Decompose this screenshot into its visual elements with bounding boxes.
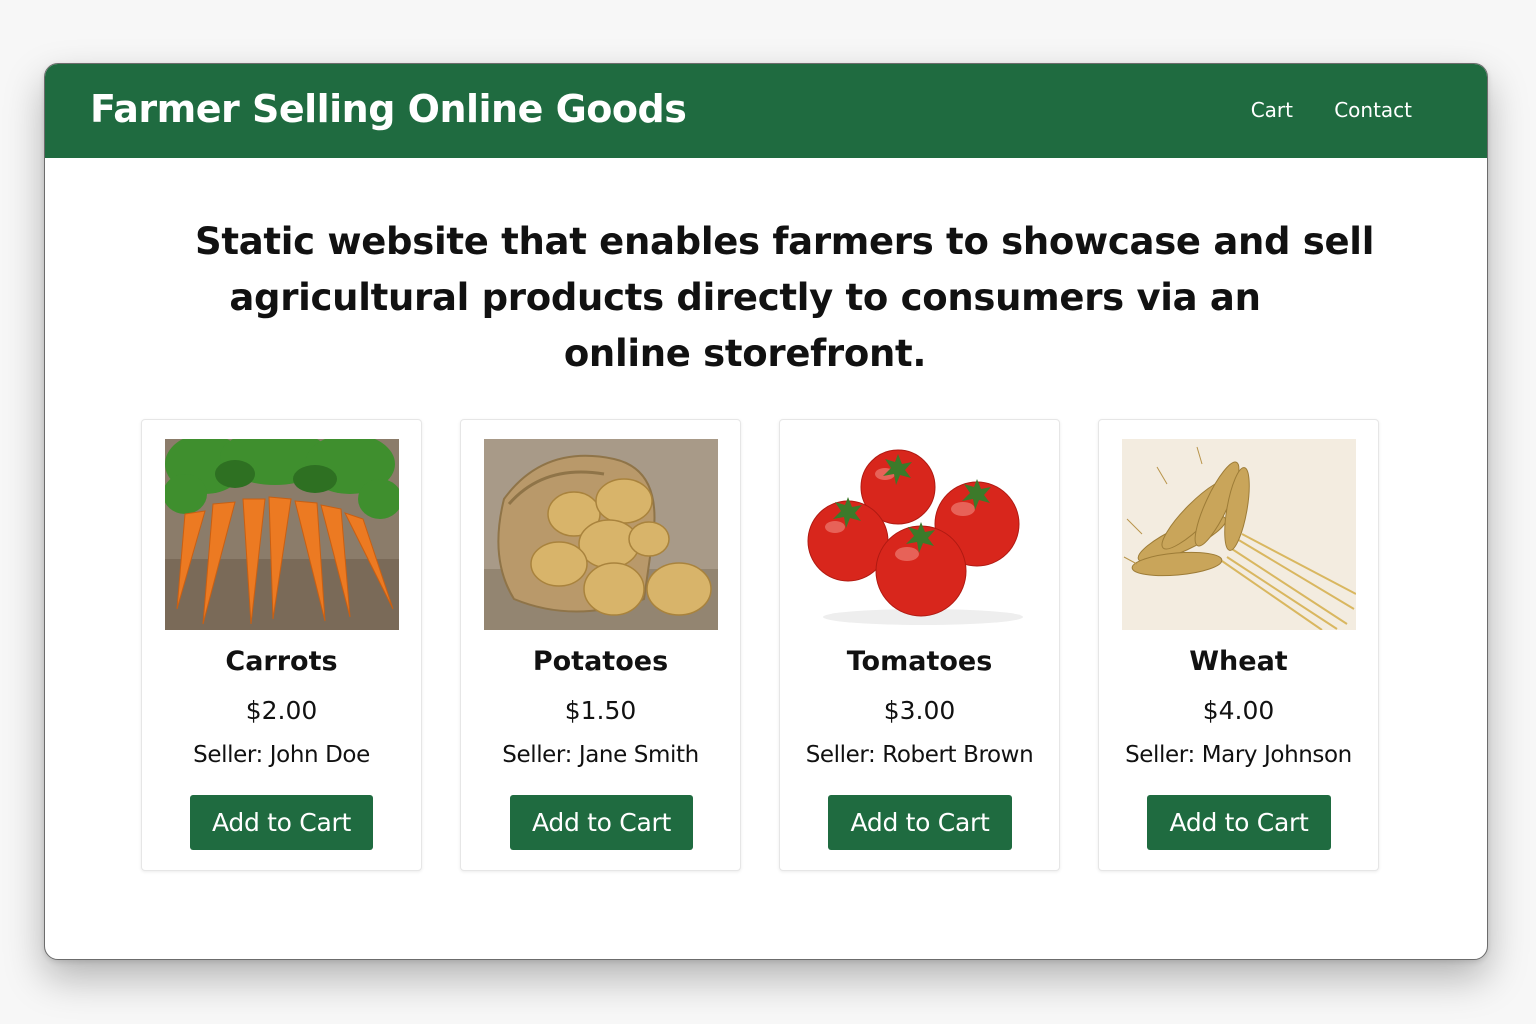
product-card-potatoes: Potatoes $1.50 Seller: Jane Smith Add to… — [460, 419, 741, 871]
add-to-cart-button[interactable]: Add to Cart — [510, 795, 693, 850]
hero-line: agricultural products directly to consum… — [229, 276, 1261, 319]
site-header: Farmer Selling Online Goods Cart Contact — [45, 64, 1487, 158]
product-price: $1.50 — [564, 696, 637, 725]
nav-cart-link[interactable]: Cart — [1251, 98, 1293, 122]
product-price: $2.00 — [245, 696, 318, 725]
product-seller: Seller: Mary Johnson — [1125, 742, 1352, 768]
add-to-cart-button[interactable]: Add to Cart — [828, 795, 1012, 850]
add-to-cart-button[interactable]: Add to Cart — [1147, 795, 1331, 850]
nav-contact-link[interactable]: Contact — [1334, 98, 1412, 122]
product-seller: Seller: Robert Brown — [805, 742, 1034, 768]
product-seller: Seller: Jane Smith — [502, 742, 699, 768]
wheat-image — [1122, 439, 1356, 630]
potatoes-image — [484, 439, 718, 630]
product-seller: Seller: John Doe — [193, 742, 370, 768]
add-to-cart-button[interactable]: Add to Cart — [190, 795, 373, 850]
tomatoes-image — [803, 439, 1037, 630]
product-name: Wheat — [1189, 646, 1288, 677]
browser-window: Farmer Selling Online Goods Cart Contact… — [44, 63, 1488, 960]
product-name: Tomatoes — [846, 646, 993, 677]
product-name: Potatoes — [532, 646, 669, 677]
product-card-wheat: Wheat $4.00 Seller: Mary Johnson Add to … — [1098, 419, 1379, 871]
product-name: Carrots — [225, 646, 338, 677]
product-card-tomatoes: Tomatoes $3.00 Seller: Robert Brown Add … — [779, 419, 1060, 871]
product-price: $3.00 — [883, 696, 956, 725]
site-title: Farmer Selling Online Goods — [90, 87, 687, 131]
hero-line: Static website that enables farmers to s… — [195, 220, 1375, 263]
hero-description: Static website that enables farmers to s… — [195, 214, 1375, 382]
carrots-image — [165, 439, 399, 630]
product-card-carrots: Carrots $2.00 Seller: John Doe Add to Ca… — [141, 419, 422, 871]
product-price: $4.00 — [1202, 696, 1275, 725]
hero-line: online storefront. — [563, 332, 927, 375]
